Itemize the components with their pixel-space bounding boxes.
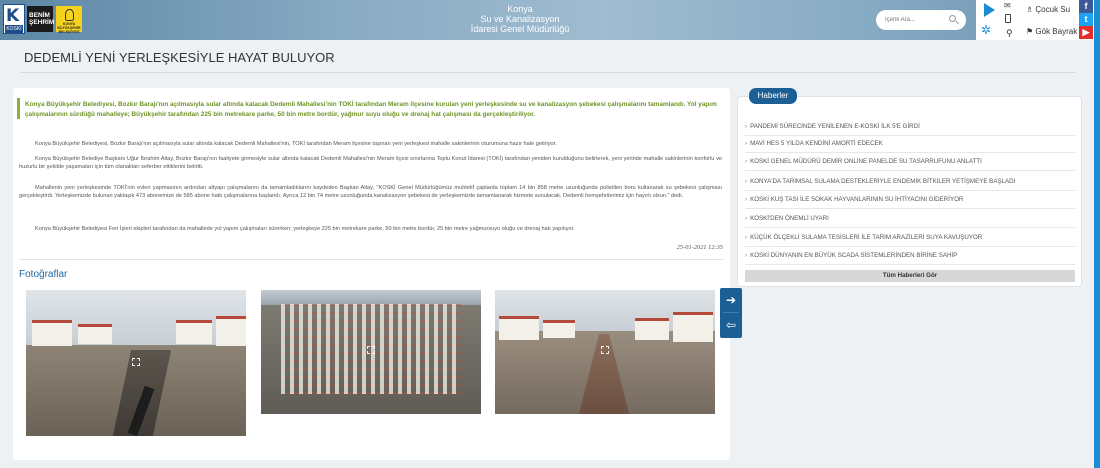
gallery-nav: ➔ ⇦	[720, 288, 742, 338]
news-item-label: PANDEMİ SÜRECİNDE YENİLENEN E-KOSKİ İLK …	[750, 123, 920, 130]
news-item[interactable]: › KONYA'DA TARIMSAL SULAMA DESTEKLERİYLE …	[745, 174, 1075, 191]
search-icon[interactable]	[949, 15, 956, 22]
side-accent-strip	[1094, 0, 1100, 468]
gallery-photo[interactable]	[495, 290, 715, 414]
news-item-label: KOSKİ KUŞ TASI İLE SOKAK HAYVANLARININ S…	[750, 196, 964, 203]
news-item-label: KÜÇÜK ÖLÇEKLİ SULAMA TESİSLERİ İLE TARIM…	[750, 234, 983, 241]
twitter-icon[interactable]: t	[1079, 13, 1093, 26]
expand-icon[interactable]	[601, 346, 609, 354]
photo-sky	[261, 290, 481, 305]
chevron-right-icon: ›	[745, 196, 748, 203]
mail-icon[interactable]: ✉	[1004, 2, 1013, 10]
page-title: DEDEMLİ YENİ YERLEŞKESİYLE HAYAT BULUYOR	[24, 50, 335, 65]
chevron-right-icon: ›	[745, 252, 748, 259]
social-links: f t ▶	[1079, 0, 1093, 40]
benim-sehrim-logo[interactable]: BENİM ŞEHRİM	[27, 6, 55, 32]
news-item[interactable]: › PANDEMİ SÜRECİNDE YENİLENEN E-KOSKİ İLK…	[745, 119, 1075, 136]
gok-bayrak-link[interactable]: ⚑ Gök Bayrak	[1026, 27, 1077, 36]
benim-logo-line1: BENİM	[29, 12, 50, 19]
play-icon[interactable]	[984, 3, 995, 17]
site-title: Konya Su ve Kanalizasyon İdaresi Genel M…	[430, 4, 610, 34]
article-paragraph: Konya Büyükşehir Belediyesi, Bozkır Bara…	[35, 141, 557, 147]
article-paragraph: Konya Büyükşehir Belediye Başkanı Uğur İ…	[19, 156, 722, 171]
photo-house	[499, 316, 539, 340]
photo-house	[635, 318, 669, 340]
news-item[interactable]: › MAVİ HES 5 YILDA KENDİNİ AMORTİ EDECEK	[745, 136, 1075, 153]
news-tab[interactable]: Haberler	[749, 88, 797, 104]
photos-title: Fotoğraflar	[19, 269, 68, 280]
facebook-icon[interactable]: f	[1079, 0, 1093, 13]
article-divider	[19, 259, 723, 260]
site-title-line2: Su ve Kanalizasyon	[480, 14, 560, 24]
gallery-nav-divider	[723, 312, 739, 313]
child-icon: ♗	[1026, 5, 1036, 14]
search-input[interactable]	[885, 14, 945, 26]
phone-icon[interactable]	[1005, 14, 1011, 23]
accessibility-icon[interactable]: ✲	[981, 23, 991, 37]
buyuksehir-logo-text: KONYA BÜYÜKŞEHİR BELEDİYESİ	[57, 22, 81, 34]
article-date: 25-01-2021 12:35	[676, 244, 723, 251]
photo-house	[673, 312, 713, 342]
expand-icon[interactable]	[132, 358, 140, 366]
news-item[interactable]: › KOSKİ KUŞ TASI İLE SOKAK HAYVANLARININ …	[745, 192, 1075, 209]
news-item[interactable]: › KOSKİ GENEL MÜDÜRÜ DEMİR ONLİNE PANELDE…	[745, 154, 1075, 171]
photo-house	[176, 320, 212, 344]
article-paragraph: Mahallenin yeni yerleşkesinde TOKİ'nin e…	[19, 185, 722, 200]
photo-house	[32, 320, 72, 346]
photo-house	[78, 324, 112, 344]
koski-logo-text: KOSKİ	[5, 25, 23, 33]
news-item-label: KONYA'DA TARIMSAL SULAMA DESTEKLERİYLE E…	[750, 178, 1016, 185]
chevron-right-icon: ›	[745, 178, 748, 185]
site-title-line1: Konya	[507, 4, 533, 14]
chevron-right-icon: ›	[745, 140, 748, 147]
cocuk-su-label: Çocuk Su	[1035, 5, 1071, 14]
benim-logo-line2: ŞEHRİM	[29, 19, 55, 26]
chevron-right-icon: ›	[745, 158, 748, 165]
expand-icon[interactable]	[367, 346, 375, 354]
photo-house	[543, 320, 575, 338]
buyuksehir-logo[interactable]: KONYA BÜYÜKŞEHİR BELEDİYESİ	[56, 6, 82, 34]
site-header: K KOSKİ BENİM ŞEHRİM KONYA BÜYÜKŞEHİR BE…	[0, 0, 1100, 40]
chevron-right-icon: ›	[745, 234, 748, 241]
search-box[interactable]	[876, 10, 966, 30]
title-divider	[20, 72, 1076, 73]
article-paragraph: Konya Büyükşehir Belediyesi Fen İşleri e…	[35, 226, 575, 232]
gok-bayrak-label: Gök Bayrak	[1035, 27, 1078, 36]
arrow-left-icon[interactable]: ⇦	[725, 315, 737, 335]
news-item-label: MAVİ HES 5 YILDA KENDİNİ AMORTİ EDECEK	[750, 140, 883, 147]
buyuksehir-seal-icon	[65, 9, 74, 21]
news-item-label: KOSKİ GENEL MÜDÜRÜ DEMİR ONLİNE PANELDE …	[750, 158, 982, 165]
chevron-right-icon: ›	[745, 215, 748, 222]
cocuk-su-link[interactable]: ♗ Çocuk Su	[1026, 5, 1070, 14]
all-news-button[interactable]: Tüm Haberleri Gör	[745, 270, 1075, 282]
news-item-label: KOSKİ DÜNYANIN EN BÜYÜK SCADA SİSTEMLERİ…	[750, 252, 958, 259]
koski-logo-letter: K	[6, 6, 20, 26]
chevron-right-icon: ›	[745, 123, 748, 130]
arrow-right-icon[interactable]: ➔	[725, 290, 737, 310]
flag-icon: ⚑	[1026, 27, 1036, 36]
gallery-photo[interactable]	[26, 290, 246, 436]
youtube-icon[interactable]: ▶	[1079, 26, 1093, 39]
koski-logo[interactable]: K KOSKİ	[3, 4, 25, 34]
location-pin-icon[interactable]: ⚲	[1006, 28, 1013, 39]
news-item[interactable]: › KOSKİ DÜNYANIN EN BÜYÜK SCADA SİSTEMLER…	[745, 248, 1075, 265]
article-lead: Konya Büyükşehir Belediyesi, Bozkır Bara…	[17, 98, 723, 120]
gallery-photo[interactable]	[261, 290, 481, 414]
site-title-line3: İdaresi Genel Müdürlüğü	[470, 24, 570, 34]
news-item-label: KOSKİ'DEN ÖNEMLİ UYARI	[750, 215, 829, 222]
news-item[interactable]: › KÜÇÜK ÖLÇEKLİ SULAMA TESİSLERİ İLE TARI…	[745, 230, 1075, 247]
article-panel: Konya Büyükşehir Belediyesi, Bozkır Bara…	[13, 88, 730, 460]
news-item[interactable]: › KOSKİ'DEN ÖNEMLİ UYARI	[745, 211, 1075, 228]
photo-house	[216, 316, 246, 346]
